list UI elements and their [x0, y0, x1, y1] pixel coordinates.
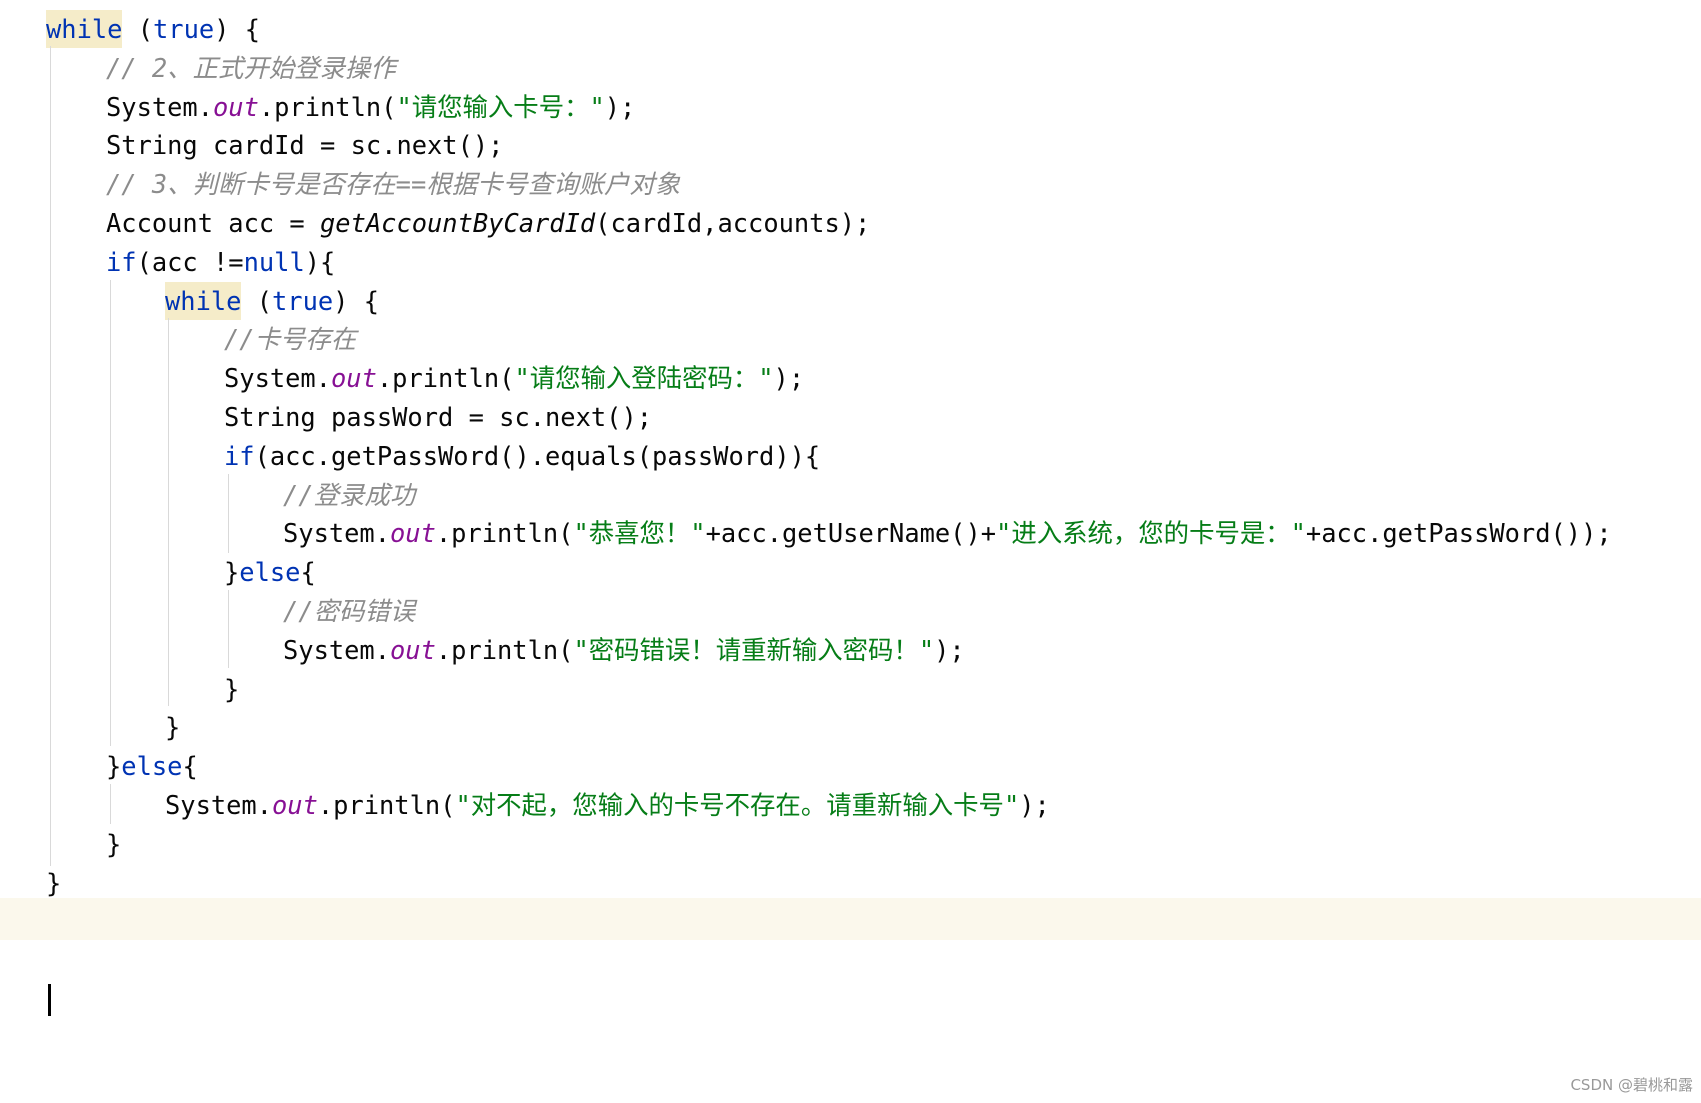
- code-text: {: [182, 751, 198, 782]
- code-text: }: [106, 828, 122, 859]
- code-keyword: true: [153, 14, 215, 44]
- code-line-current[interactable]: [0, 898, 1701, 941]
- code-text: .println(: [317, 790, 456, 820]
- code-text: String cardId = sc.next();: [106, 130, 504, 161]
- code-text: }: [224, 673, 240, 704]
- code-text: ){: [304, 246, 336, 277]
- code-text: (: [122, 14, 154, 44]
- code-text: ) {: [214, 14, 261, 44]
- code-text: System.: [224, 363, 332, 394]
- code-line[interactable]: while (true) {: [165, 280, 379, 322]
- code-field: out: [272, 790, 318, 820]
- indent-guide-line: [50, 46, 51, 866]
- code-line[interactable]: }else{: [224, 551, 316, 593]
- code-string: "对不起，您输入的卡号不存在。请重新输入卡号": [455, 790, 1020, 820]
- indent-guide-line: [228, 590, 229, 668]
- code-text: (: [241, 285, 273, 316]
- code-keyword: else: [239, 557, 301, 588]
- code-comment: // 2、正式开始登录操作: [106, 52, 396, 83]
- indent-guide-line: [168, 318, 169, 706]
- code-comment: //密码错误: [283, 596, 416, 626]
- code-text: (cardId,accounts);: [595, 208, 871, 238]
- code-line[interactable]: }: [224, 668, 239, 710]
- code-line[interactable]: }else{: [106, 745, 198, 787]
- watermark: CSDN @碧桃和露: [1570, 1076, 1693, 1094]
- code-text: System.: [283, 634, 391, 665]
- code-line[interactable]: // 2、正式开始登录操作: [106, 47, 396, 89]
- code-text: +acc.getPassWord());: [1305, 518, 1612, 549]
- code-comment: // 3、判断卡号是否存在==根据卡号查询账户对象: [106, 169, 681, 200]
- code-keyword-highlighted: while: [46, 10, 123, 48]
- code-line[interactable]: }: [165, 706, 180, 748]
- code-line[interactable]: // 3、判断卡号是否存在==根据卡号查询账户对象: [106, 163, 680, 205]
- code-field: out: [213, 91, 259, 122]
- code-keyword: if: [106, 246, 137, 277]
- code-line[interactable]: System.out.println("恭喜您！"+acc.getUserNam…: [283, 512, 1612, 554]
- code-text: .println(: [435, 518, 574, 549]
- code-text: }: [106, 751, 122, 782]
- code-text: );: [773, 363, 805, 394]
- indent-guide-line: [228, 474, 229, 553]
- code-text: Account acc =: [106, 208, 321, 238]
- code-line[interactable]: if(acc.getPassWord().equals(passWord)){: [224, 435, 820, 477]
- code-keyword: if: [224, 440, 255, 471]
- code-text: +acc.getUserName()+: [705, 518, 997, 549]
- code-line[interactable]: String passWord = sc.next();: [224, 396, 652, 438]
- code-line[interactable]: System.out.println("密码错误！请重新输入密码！");: [283, 629, 965, 671]
- code-text: .println(: [435, 634, 574, 665]
- code-text: (acc.getPassWord().equals(passWord)){: [254, 440, 821, 471]
- code-string: "请您输入登陆密码：": [514, 363, 774, 394]
- code-text: System.: [165, 790, 273, 820]
- code-text: String passWord = sc.next();: [224, 402, 653, 432]
- code-keyword: true: [272, 285, 334, 316]
- code-line[interactable]: System.out.println("请您输入登陆密码：");: [224, 357, 804, 399]
- code-text: (acc !=: [136, 246, 244, 277]
- code-line[interactable]: while (true) {: [46, 8, 260, 50]
- code-text: }: [165, 712, 181, 743]
- code-text: }: [46, 867, 62, 898]
- code-line[interactable]: //登录成功: [283, 474, 415, 516]
- code-line[interactable]: }: [106, 823, 121, 865]
- code-line[interactable]: //卡号存在: [224, 318, 356, 360]
- code-line[interactable]: if(acc !=null){: [106, 241, 335, 283]
- code-text: .println(: [376, 363, 515, 394]
- code-text: System.: [283, 518, 391, 549]
- code-field: out: [390, 634, 436, 665]
- text-caret: [48, 984, 51, 1016]
- code-string: "恭喜您！": [573, 518, 706, 549]
- code-text: {: [300, 557, 316, 588]
- code-text: );: [604, 91, 636, 122]
- code-comment: //登录成功: [283, 479, 416, 510]
- code-string: "密码错误！请重新输入密码！": [573, 634, 935, 665]
- code-keyword: else: [121, 751, 183, 782]
- code-text: System.: [106, 91, 214, 122]
- code-line[interactable]: //密码错误: [283, 590, 415, 632]
- indent-guide-line: [110, 280, 111, 746]
- code-line[interactable]: Account acc = getAccountByCardId(cardId,…: [106, 202, 870, 244]
- code-string: "进入系统，您的卡号是：": [996, 518, 1306, 549]
- code-line[interactable]: String cardId = sc.next();: [106, 124, 503, 166]
- code-text: .println(: [258, 91, 397, 122]
- code-text: );: [934, 634, 965, 665]
- indent-guide-line: [110, 784, 111, 824]
- code-line[interactable]: }: [46, 862, 61, 904]
- code-string: "请您输入卡号：": [396, 91, 605, 122]
- code-text: );: [1019, 790, 1050, 820]
- code-static-call: getAccountByCardId: [320, 208, 596, 238]
- code-editor[interactable]: } while (true) {// 2、正式开始登录操作System.out.…: [0, 0, 1701, 1103]
- code-field: out: [331, 363, 377, 394]
- code-field: out: [390, 518, 436, 549]
- code-line[interactable]: System.out.println("请您输入卡号：");: [106, 86, 635, 128]
- code-keyword: null: [243, 246, 305, 277]
- code-comment: //卡号存在: [224, 324, 357, 355]
- code-text: ) {: [333, 285, 380, 316]
- code-keyword-highlighted: while: [165, 281, 242, 320]
- code-text: }: [224, 557, 240, 588]
- code-line[interactable]: System.out.println("对不起，您输入的卡号不存在。请重新输入卡…: [165, 784, 1050, 826]
